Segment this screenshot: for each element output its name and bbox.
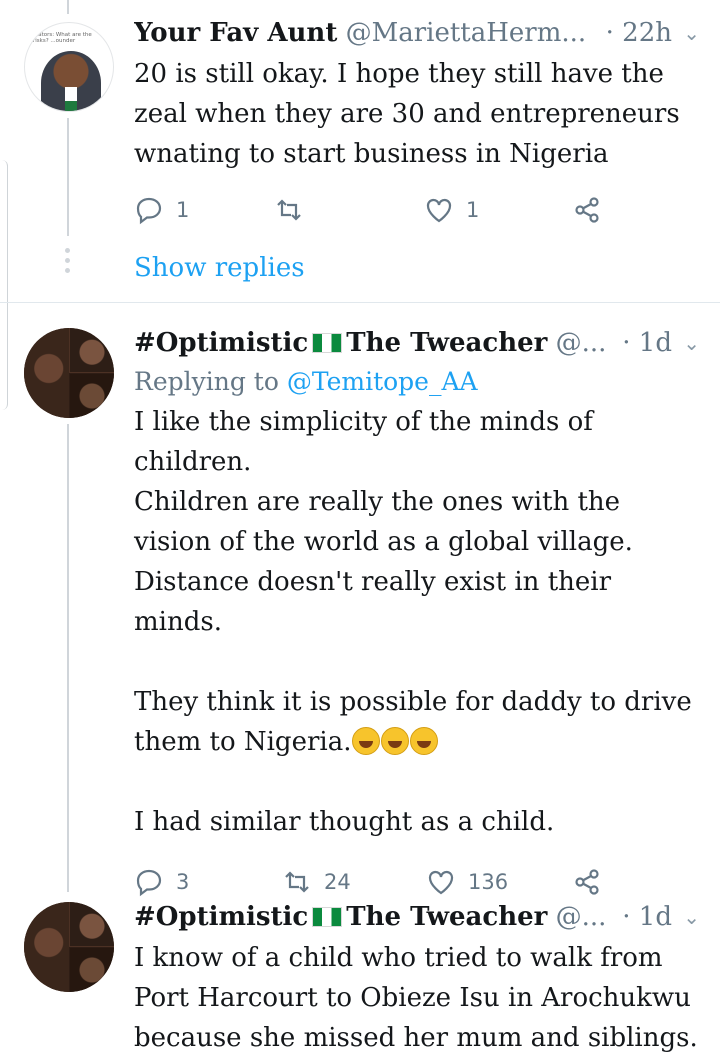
tweet[interactable]: #Optimistic The Tweacher @... · 1d ⌄ I kn… (0, 900, 720, 1058)
tweet-paragraph: I like the simplicity of the minds of ch… (134, 407, 633, 637)
user-handle[interactable]: @... (556, 328, 607, 358)
display-name[interactable]: The Tweacher (346, 328, 547, 358)
like-count: 136 (468, 870, 509, 894)
show-replies-link[interactable]: Show replies (134, 248, 704, 288)
timestamp[interactable]: · 1d (622, 900, 672, 934)
retweet-icon (277, 199, 301, 221)
share-icon (575, 869, 599, 895)
laughing-tears-emoji-icon (352, 727, 381, 755)
retweet-button[interactable] (274, 190, 304, 230)
thread-line-top (67, 0, 69, 14)
retweet-button[interactable]: 24 (282, 862, 351, 902)
display-name-prefix[interactable]: #Optimistic (134, 902, 308, 932)
reply-button[interactable]: 1 (134, 190, 189, 230)
tweet-header: Your Fav Aunt @MariettaHerm... · 22h ⌄ (134, 16, 704, 50)
tweet-text: I like the simplicity of the minds of ch… (134, 402, 704, 842)
retweet-count: 24 (324, 870, 351, 894)
divider (0, 302, 720, 303)
reply-icon (136, 869, 162, 897)
laughing-tears-emoji-icon (410, 727, 439, 755)
reply-count: 1 (176, 198, 190, 222)
tweet-header: #Optimistic The Tweacher @... · 1d ⌄ (134, 900, 704, 934)
nigeria-flag-icon (312, 333, 343, 353)
like-icon (426, 198, 452, 223)
display-name[interactable]: The Tweacher (346, 902, 547, 932)
replying-to-handle[interactable]: @Temitope_AA (287, 367, 478, 396)
display-name[interactable]: Your Fav Aunt (134, 18, 337, 48)
tweet-actions: 3 24 136 (134, 862, 704, 902)
tweet-actions: 1 1 (134, 190, 704, 230)
like-icon (428, 870, 454, 895)
share-button[interactable] (572, 190, 602, 230)
replying-to: Replying to @Temitope_AA (134, 364, 704, 400)
reply-button[interactable]: 3 (134, 862, 189, 902)
like-button[interactable]: 1 (424, 190, 479, 230)
tweet[interactable]: #Optimistic The Tweacher @... · 1d ⌄ Repl… (0, 326, 720, 902)
nigeria-flag-icon (312, 907, 343, 927)
tweet-paragraph: I had similar thought as a child. (134, 807, 555, 837)
display-name-prefix[interactable]: #Optimistic (134, 328, 308, 358)
tweet-text: I know of a child who tried to walk from… (134, 943, 698, 1053)
like-count: 1 (466, 198, 480, 222)
share-icon (575, 197, 599, 223)
tweet-header: #Optimistic The Tweacher @... · 1d ⌄ (134, 326, 704, 360)
retweet-icon (285, 871, 309, 893)
user-handle[interactable]: @MariettaHerm... (346, 18, 587, 48)
like-button[interactable]: 136 (426, 862, 508, 902)
caret-down-icon[interactable]: ⌄ (683, 16, 700, 50)
laughing-tears-emoji-icon (381, 727, 410, 755)
tweet-text: 20 is still okay. I hope they still have… (134, 59, 680, 169)
caret-down-icon[interactable]: ⌄ (683, 326, 700, 360)
share-button[interactable] (572, 862, 602, 902)
twitter-thread-view: ...ators: What are the risks? ...ounder … (0, 0, 720, 1060)
user-handle[interactable]: @... (556, 902, 607, 932)
timestamp[interactable]: · 1d (622, 326, 672, 360)
caret-down-icon[interactable]: ⌄ (683, 900, 700, 934)
reply-count: 3 (176, 870, 190, 894)
reply-icon (136, 197, 162, 225)
tweet[interactable]: Your Fav Aunt @MariettaHerm... · 22h ⌄ 2… (0, 16, 720, 288)
timestamp[interactable]: · 22h (606, 16, 672, 50)
replying-to-label: Replying to (134, 367, 279, 396)
